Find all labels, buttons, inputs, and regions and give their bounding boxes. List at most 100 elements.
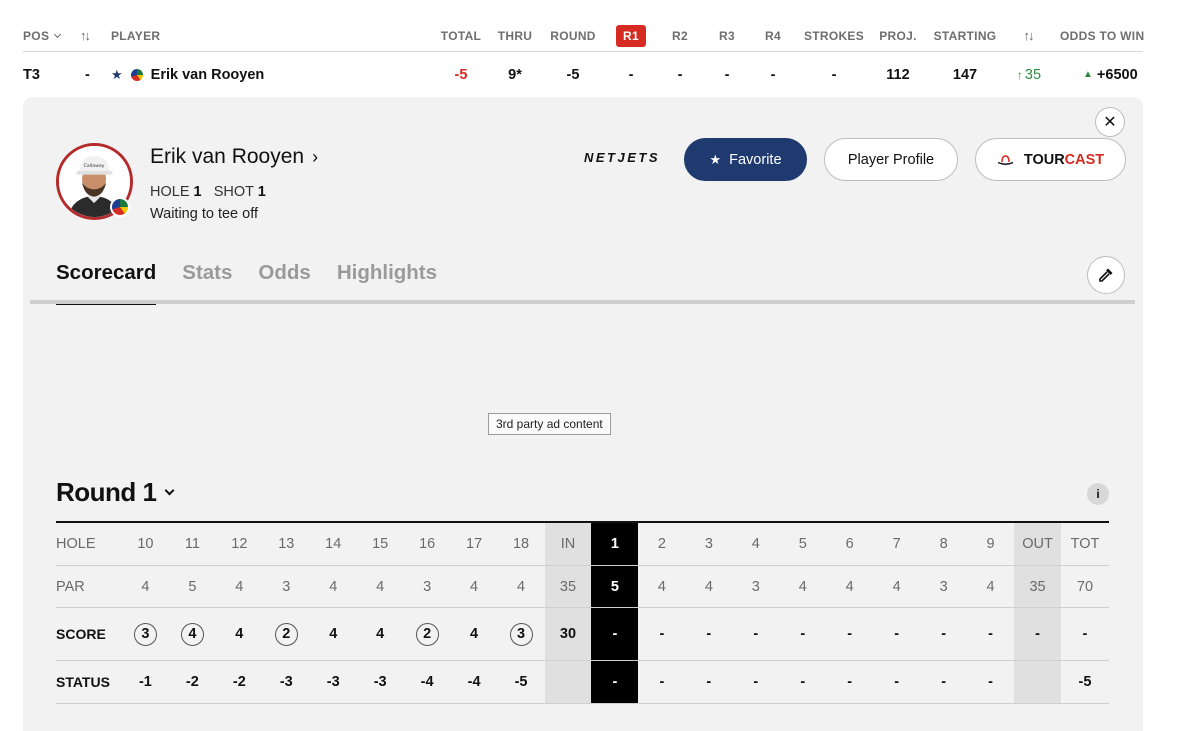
r1-column-header[interactable]: R1 bbox=[611, 20, 651, 51]
holes-cell: TOT bbox=[1070, 536, 1100, 552]
player-column-header: PLAYER bbox=[111, 28, 161, 43]
odds-to-win: ▲ +6500 bbox=[1083, 66, 1138, 83]
player-name: Erik van Rooyen bbox=[150, 66, 265, 83]
sort-change-button[interactable]: ↑↓ bbox=[1013, 20, 1043, 51]
score-cell: 3 bbox=[498, 608, 545, 660]
holes-cell: 8 bbox=[939, 536, 948, 552]
tourcast-button[interactable]: TOUR CAST bbox=[975, 138, 1126, 181]
birdie-circle: 2 bbox=[274, 622, 298, 646]
score-cell: - bbox=[659, 626, 665, 642]
favorite-button[interactable]: ★ Favorite bbox=[684, 138, 807, 181]
r2-column-header[interactable]: R2 bbox=[660, 20, 700, 51]
chevron-down-icon bbox=[164, 485, 174, 495]
tab-divider bbox=[30, 300, 1135, 304]
par-cell: 4 bbox=[845, 578, 854, 595]
holes-cell: 18 bbox=[512, 536, 530, 552]
strokes: - bbox=[831, 66, 837, 83]
par-cell: 4 bbox=[657, 578, 666, 595]
r4-column-header[interactable]: R4 bbox=[753, 20, 793, 51]
score-cell: - bbox=[1014, 608, 1061, 660]
score-cell: - bbox=[591, 608, 639, 660]
chevron-right-icon: › bbox=[312, 146, 319, 167]
holes-cell: 6 bbox=[845, 536, 854, 552]
r4-score: - bbox=[770, 66, 776, 83]
row-label: HOLE bbox=[56, 536, 96, 552]
status-cell: - bbox=[753, 674, 759, 690]
thru-column-header: THRU bbox=[497, 28, 533, 43]
holes-cell: 7 bbox=[892, 536, 901, 552]
row-label: PAR bbox=[56, 578, 85, 595]
score-cell: 2 bbox=[263, 608, 310, 660]
par-cell: 3 bbox=[423, 578, 432, 595]
status-cell: -3 bbox=[326, 674, 340, 690]
holes-cell: 14 bbox=[325, 536, 342, 552]
par-cell: 70 bbox=[1076, 578, 1094, 595]
player-profile-button[interactable]: Player Profile bbox=[824, 138, 958, 181]
movement: - bbox=[85, 66, 90, 83]
holes-cell: 12 bbox=[231, 536, 248, 552]
dropper-icon bbox=[1099, 268, 1113, 282]
star-icon: ★ bbox=[709, 151, 722, 167]
south-africa-flag-icon bbox=[130, 68, 143, 81]
par-cell: 4 bbox=[376, 578, 385, 595]
score-cell: 30 bbox=[544, 608, 592, 660]
status-cell: -4 bbox=[420, 674, 434, 690]
close-button[interactable]: ✕ bbox=[1095, 107, 1125, 137]
leaderboard-row[interactable]: T3 - ★ Erik van Rooyen -5 9* -5 - - - - … bbox=[23, 52, 1143, 97]
score-cell: - bbox=[894, 626, 900, 642]
par-cell: 3 bbox=[282, 578, 291, 595]
par-cell: 3 bbox=[939, 578, 948, 595]
par-cell: 4 bbox=[517, 578, 526, 595]
player-name-link[interactable]: Erik van Rooyen › bbox=[150, 145, 318, 169]
status-cell: - bbox=[591, 661, 639, 703]
tab-highlights[interactable]: Highlights bbox=[337, 257, 437, 305]
thru: 9* bbox=[508, 66, 522, 83]
par-row: PAR 4 5 4 3 4 4 3 4 4 35 5 4 4 3 4 4 4 3 4 35 70 bbox=[56, 566, 1109, 608]
holes-cell: 10 bbox=[137, 536, 154, 552]
status-cell: - bbox=[706, 674, 712, 690]
status-cell: - bbox=[847, 674, 853, 690]
player-detail-panel: ✕ Callaway Erik van Rooyen › HOLE 1 SHOT … bbox=[23, 97, 1143, 731]
score-cell: - bbox=[1082, 626, 1088, 642]
status-cell: -3 bbox=[279, 674, 293, 690]
holes-cell: 16 bbox=[419, 536, 436, 552]
shot-tracker-button[interactable] bbox=[1087, 256, 1125, 294]
player-cell[interactable]: ★ Erik van Rooyen bbox=[111, 52, 264, 97]
score-cell: - bbox=[706, 626, 712, 642]
status-row: STATUS -1 -2 -2 -3 -3 -3 -4 -4 -5 - - - - - - - - - -5 bbox=[56, 661, 1109, 704]
hat-icon bbox=[997, 154, 1014, 166]
info-button[interactable]: i bbox=[1087, 483, 1109, 505]
favorite-star-icon[interactable]: ★ bbox=[111, 67, 123, 83]
score-cell: - bbox=[800, 626, 806, 642]
birdie-circle: 2 bbox=[415, 622, 439, 646]
holes-cell: IN bbox=[544, 523, 592, 565]
status-cell: -3 bbox=[373, 674, 387, 690]
tab-scorecard[interactable]: Scorecard bbox=[56, 257, 157, 305]
score-row: SCORE 3 4 4 2 4 4 2 4 3 30- - - - - - - - - - - bbox=[56, 608, 1109, 661]
score-cell: 3 bbox=[122, 608, 169, 660]
par-cell: 4 bbox=[141, 578, 150, 595]
holes-cell: 3 bbox=[704, 536, 713, 552]
round-selector[interactable]: Round 1 bbox=[56, 477, 174, 508]
holes-cell: 15 bbox=[372, 536, 389, 552]
holes-cell: 4 bbox=[751, 536, 760, 552]
close-icon: ✕ bbox=[1103, 114, 1117, 131]
par-cell: 5 bbox=[188, 578, 197, 595]
par-cell: 3 bbox=[751, 578, 760, 595]
score-cell: - bbox=[753, 626, 759, 642]
holes-cell: 9 bbox=[986, 536, 995, 552]
strokes-column-header: STROKES bbox=[803, 28, 865, 43]
cap-logo-text: Callaway bbox=[84, 163, 105, 169]
leaderboard-header: POS ↑↓ PLAYER TOTAL THRU ROUND R1 R2 R3 … bbox=[23, 20, 1144, 52]
tab-odds[interactable]: Odds bbox=[258, 257, 310, 305]
tab-stats[interactable]: Stats bbox=[182, 257, 232, 305]
player-status: Waiting to tee off bbox=[150, 206, 259, 222]
panel-tabs: Scorecard Stats Odds Highlights bbox=[56, 257, 437, 305]
hole-row: HOLE 10 11 12 13 14 15 16 17 18 IN 1 2 3 4 5 6 7 8 9 OUT TOT bbox=[56, 523, 1109, 566]
pos-column-header[interactable]: POS bbox=[23, 20, 62, 51]
flag-icon bbox=[110, 197, 130, 217]
r3-column-header[interactable]: R3 bbox=[707, 20, 747, 51]
status-cell: -2 bbox=[232, 674, 246, 690]
sort-movement-button[interactable]: ↑↓ bbox=[80, 20, 91, 51]
sort-icon: ↑↓ bbox=[80, 28, 91, 43]
